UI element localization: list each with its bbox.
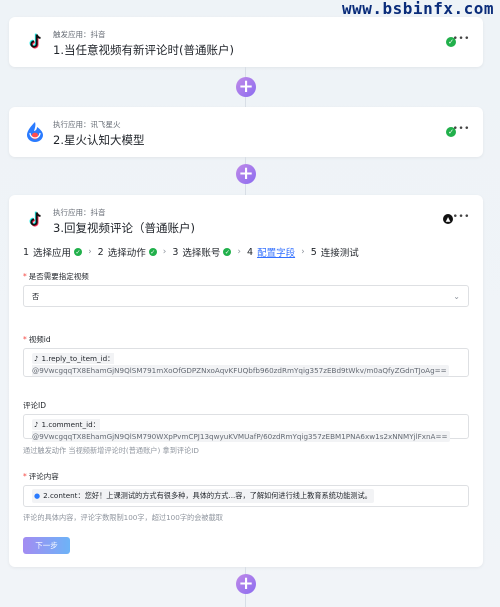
node-app-label: 执行应用：讯飞星火 bbox=[53, 120, 121, 129]
node-title: 1.当任意视频有新评论时(普通账户) bbox=[53, 43, 234, 57]
step-select-account[interactable]: 3 选择账号 ✓ bbox=[172, 245, 232, 259]
reply-content-hint: 评论的具体内容，评论字数限制100字，超过100字的会被截取 bbox=[23, 513, 223, 522]
tiktok-icon: ♪ bbox=[34, 421, 39, 429]
node-card-2[interactable]: 执行应用：讯飞星火 2.星火认知大模型 ✓ ••• bbox=[9, 107, 483, 157]
node-card-3[interactable]: 执行应用：抖音 3.回复视频评论（普通账户) ▲ ••• 1 选择应用 ✓ › 2选… bbox=[9, 195, 483, 567]
more-icon[interactable]: ••• bbox=[453, 34, 470, 44]
specify-video-label: * 是否需要指定视频 bbox=[23, 272, 89, 281]
chevron-right-icon: › bbox=[88, 247, 92, 257]
node-title: 3.回复视频评论（普通账户) bbox=[53, 221, 195, 235]
video-id-field[interactable]: ♪ 1.reply_to_item_id：@9VwcgqqTX8EhamGjN9Q… bbox=[23, 348, 469, 377]
chevron-right-icon: › bbox=[162, 247, 167, 257]
node-app-label: 触发应用：抖音 bbox=[53, 30, 106, 39]
video-id-label: * 视频id bbox=[23, 335, 51, 344]
add-step-button[interactable]: + bbox=[236, 77, 256, 97]
chevron-right-icon: › bbox=[237, 247, 242, 257]
chevron-right-icon: › bbox=[301, 247, 305, 257]
next-step-button[interactable]: 下一步 bbox=[23, 537, 70, 554]
step-configure-fields[interactable]: 4 配置字段 bbox=[247, 245, 295, 260]
node-card-1[interactable]: 触发应用：抖音 1.当任意视频有新评论时(普通账户) ✓ ••• bbox=[9, 17, 483, 67]
reply-content-label: * 评论内容 bbox=[23, 472, 59, 481]
more-icon[interactable]: ••• bbox=[453, 124, 470, 134]
chevron-up-icon[interactable]: ▲ bbox=[443, 214, 453, 224]
tiktok-icon bbox=[23, 30, 47, 54]
step-progress: 1 选择应用 ✓ › 2 选择动作 ✓ › 3 选择账号 ✓ › 4 配置字段 › 5 连接测试 bbox=[23, 245, 359, 260]
check-circle-icon: ✓ bbox=[148, 248, 157, 256]
comment-id-hint: 通过触发动作 当视频新增评论时(普通账户) 拿到评论ID bbox=[23, 446, 199, 455]
specify-video-select[interactable]: 否 ⌄ bbox=[23, 285, 469, 307]
add-step-button[interactable]: + bbox=[236, 164, 256, 184]
spark-icon bbox=[23, 120, 47, 144]
tiktok-icon bbox=[23, 208, 47, 232]
reply-content-field[interactable]: ● 2.content：您好！上课测试的方式有很多种，具体的方式...容，了解如何… bbox=[23, 485, 469, 507]
step-select-action[interactable]: 2 选择动作 ✓ bbox=[98, 245, 157, 259]
more-icon[interactable]: ••• bbox=[453, 212, 470, 222]
step-select-app[interactable]: 1 选择应用 ✓ bbox=[23, 245, 83, 259]
add-step-button[interactable]: + bbox=[236, 574, 256, 594]
node-title: 2.星火认知大模型 bbox=[53, 133, 145, 147]
step-connection-test[interactable]: 5 连接测试 bbox=[311, 245, 359, 260]
spark-icon: ● bbox=[34, 492, 41, 500]
tiktok-icon: ♪ bbox=[34, 355, 39, 363]
chevron-down-icon: ⌄ bbox=[453, 292, 460, 301]
comment-id-label: 评论ID bbox=[23, 401, 46, 410]
comment-id-field[interactable]: ♪ 1.comment_id：@9VwcgqqTX8EhamGjN9QlSM790… bbox=[23, 414, 469, 442]
site-watermark: www.bsbinfx.com bbox=[342, 0, 494, 18]
node-app-label: 执行应用：抖音 bbox=[53, 208, 106, 217]
check-circle-icon: ✓ bbox=[223, 248, 232, 256]
check-circle-icon: ✓ bbox=[74, 248, 83, 256]
